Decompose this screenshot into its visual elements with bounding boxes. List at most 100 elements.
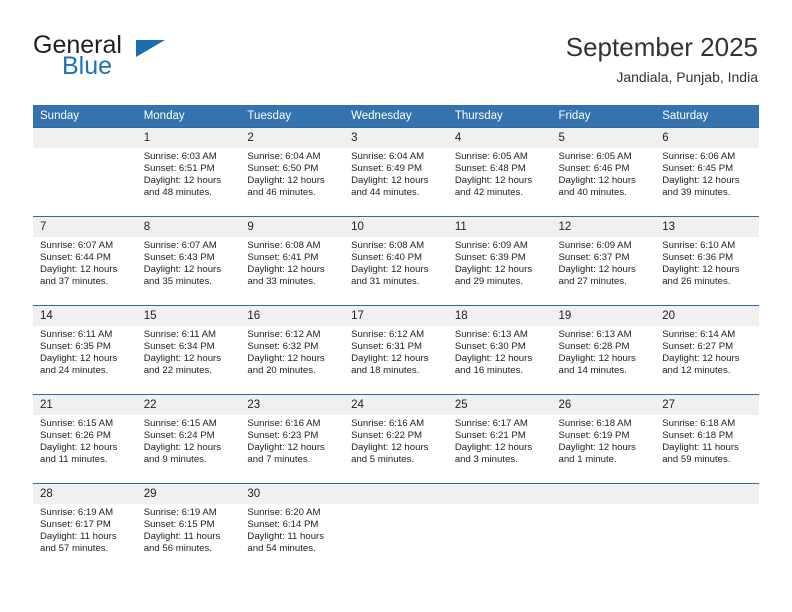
day-sun-details: Sunrise: 6:14 AM Sunset: 6:27 PM Daylight:…: [655, 326, 759, 377]
calendar-day-cell[interactable]: 12 Sunrise: 6:09 AM Sunset: 6:37 PM Dayligh…: [551, 216, 656, 306]
day-number: 19: [551, 306, 656, 326]
calendar-day-cell[interactable]: 28 Sunrise: 6:19 AM Sunset: 6:17 PM Dayligh…: [33, 483, 137, 572]
logo-triangle-icon: [136, 40, 165, 57]
sunrise-time: Sunrise: 6:12 AM: [247, 329, 321, 340]
calendar-day-cell[interactable]: 9 Sunrise: 6:08 AM Sunset: 6:41 PM Daylight…: [240, 216, 345, 306]
calendar-day-cell[interactable]: 27 Sunrise: 6:18 AM Sunset: 6:18 PM Dayligh…: [655, 394, 759, 484]
day-sun-details: Sunrise: 6:12 AM Sunset: 6:32 PM Daylight:…: [240, 326, 344, 377]
day-cell-inner: 6 Sunrise: 6:06 AM Sunset: 6:45 PM Daylight…: [655, 128, 759, 216]
sunset-time: Sunset: 6:27 PM: [662, 341, 734, 353]
sunset-time: Sunset: 6:39 PM: [454, 252, 526, 264]
sunrise-time: Sunrise: 6:08 AM: [351, 240, 425, 251]
calendar-empty-cell: [33, 127, 137, 217]
day-cell-inner: 24 Sunrise: 6:16 AM Sunset: 6:22 PM Dayligh…: [344, 395, 448, 483]
daylight-minutes: and 5 minutes.: [351, 454, 415, 466]
calendar-day-cell[interactable]: 29 Sunrise: 6:19 AM Sunset: 6:15 PM Dayligh…: [136, 483, 241, 572]
sunset-time: Sunset: 6:14 PM: [247, 519, 319, 531]
calendar-day-cell[interactable]: 11 Sunrise: 6:09 AM Sunset: 6:39 PM Dayligh…: [447, 216, 552, 306]
daylight-minutes: and 11 minutes.: [40, 454, 108, 466]
day-sun-details: Sunrise: 6:09 AM Sunset: 6:39 PM Daylight:…: [448, 237, 552, 288]
day-sun-details: Sunrise: 6:06 AM Sunset: 6:45 PM Daylight:…: [655, 148, 759, 199]
day-number: 25: [447, 395, 552, 415]
sunrise-time: Sunrise: 6:09 AM: [558, 240, 632, 251]
daylight-hours: Daylight: 12 hours: [662, 175, 740, 187]
day-cell-inner: 19 Sunrise: 6:13 AM Sunset: 6:28 PM Dayligh…: [551, 306, 656, 394]
calendar-day-cell[interactable]: 15 Sunrise: 6:11 AM Sunset: 6:34 PM Dayligh…: [136, 305, 241, 395]
sunrise-time: Sunrise: 6:16 AM: [351, 418, 425, 429]
sunrise-time: Sunrise: 6:15 AM: [40, 418, 114, 429]
weekday-header-wednesday: Wednesday: [344, 105, 448, 128]
calendar-day-cell[interactable]: 10 Sunrise: 6:08 AM Sunset: 6:40 PM Dayligh…: [344, 216, 448, 306]
day-cell-inner: 14 Sunrise: 6:11 AM Sunset: 6:35 PM Dayligh…: [33, 306, 137, 394]
daylight-minutes: and 31 minutes.: [351, 276, 420, 288]
calendar-day-cell[interactable]: 26 Sunrise: 6:18 AM Sunset: 6:19 PM Dayligh…: [551, 394, 656, 484]
calendar-day-cell[interactable]: 14 Sunrise: 6:11 AM Sunset: 6:35 PM Dayligh…: [33, 305, 137, 395]
calendar-day-cell[interactable]: 18 Sunrise: 6:13 AM Sunset: 6:30 PM Dayligh…: [447, 305, 552, 395]
day-cell-inner: [551, 484, 656, 572]
calendar-day-cell[interactable]: 19 Sunrise: 6:13 AM Sunset: 6:28 PM Dayligh…: [551, 305, 656, 395]
day-number: 28: [33, 484, 137, 504]
daylight-hours: Daylight: 12 hours: [558, 175, 636, 187]
calendar-day-cell[interactable]: 4 Sunrise: 6:05 AM Sunset: 6:48 PM Daylight…: [447, 127, 552, 217]
day-cell-inner: 26 Sunrise: 6:18 AM Sunset: 6:19 PM Dayligh…: [551, 395, 656, 483]
calendar-day-cell[interactable]: 3 Sunrise: 6:04 AM Sunset: 6:49 PM Daylight…: [344, 127, 448, 217]
day-cell-inner: 8 Sunrise: 6:07 AM Sunset: 6:43 PM Daylight…: [136, 217, 241, 305]
day-number: 6: [655, 128, 759, 148]
sunrise-time: Sunrise: 6:11 AM: [40, 329, 113, 340]
daylight-minutes: and 24 minutes.: [40, 365, 109, 377]
calendar-day-cell[interactable]: 22 Sunrise: 6:15 AM Sunset: 6:24 PM Dayligh…: [136, 394, 241, 484]
calendar-day-cell[interactable]: 8 Sunrise: 6:07 AM Sunset: 6:43 PM Daylight…: [136, 216, 241, 306]
calendar-day-cell[interactable]: 13 Sunrise: 6:10 AM Sunset: 6:36 PM Dayligh…: [655, 216, 759, 306]
day-number: 18: [447, 306, 552, 326]
calendar-day-cell[interactable]: 16 Sunrise: 6:12 AM Sunset: 6:32 PM Dayligh…: [240, 305, 345, 395]
day-cell-inner: 2 Sunrise: 6:04 AM Sunset: 6:50 PM Daylight…: [240, 128, 345, 216]
calendar-day-cell[interactable]: 21 Sunrise: 6:15 AM Sunset: 6:26 PM Dayligh…: [33, 394, 137, 484]
calendar-day-cell[interactable]: 5 Sunrise: 6:05 AM Sunset: 6:46 PM Daylight…: [551, 127, 656, 217]
daylight-hours: Daylight: 12 hours: [351, 264, 429, 276]
calendar-day-cell[interactable]: 17 Sunrise: 6:12 AM Sunset: 6:31 PM Dayligh…: [344, 305, 448, 395]
sunrise-time: Sunrise: 6:16 AM: [247, 418, 321, 429]
calendar-day-cell[interactable]: 23 Sunrise: 6:16 AM Sunset: 6:23 PM Dayligh…: [240, 394, 345, 484]
day-number: 23: [240, 395, 345, 415]
calendar-day-cell[interactable]: 24 Sunrise: 6:16 AM Sunset: 6:22 PM Dayligh…: [344, 394, 448, 484]
daylight-hours: Daylight: 12 hours: [454, 264, 533, 276]
calendar-day-cell[interactable]: 2 Sunrise: 6:04 AM Sunset: 6:50 PM Daylight…: [240, 127, 345, 217]
day-sun-details: Sunrise: 6:15 AM Sunset: 6:24 PM Daylight:…: [137, 415, 241, 466]
weekday-header-monday: Monday: [136, 105, 241, 128]
day-sun-details: Sunrise: 6:18 AM Sunset: 6:19 PM Daylight:…: [552, 415, 656, 466]
sunrise-time: Sunrise: 6:05 AM: [558, 151, 632, 162]
day-number: 1: [136, 128, 241, 148]
day-cell-inner: 4 Sunrise: 6:05 AM Sunset: 6:48 PM Daylight…: [447, 128, 552, 216]
calendar-day-cell[interactable]: 7 Sunrise: 6:07 AM Sunset: 6:44 PM Daylight…: [33, 216, 137, 306]
day-number: 24: [344, 395, 448, 415]
day-cell-inner: 3 Sunrise: 6:04 AM Sunset: 6:49 PM Daylight…: [344, 128, 448, 216]
day-number: [344, 484, 448, 504]
calendar-day-cell[interactable]: 30 Sunrise: 6:20 AM Sunset: 6:14 PM Dayligh…: [240, 483, 345, 572]
calendar-empty-cell: [447, 483, 552, 572]
daylight-hours: Daylight: 11 hours: [247, 531, 325, 543]
daylight-minutes: and 18 minutes.: [351, 365, 420, 377]
calendar-day-cell[interactable]: 6 Sunrise: 6:06 AM Sunset: 6:45 PM Daylight…: [655, 127, 759, 217]
daylight-minutes: and 14 minutes.: [558, 365, 627, 377]
calendar-day-cell[interactable]: 25 Sunrise: 6:17 AM Sunset: 6:21 PM Dayligh…: [447, 394, 552, 484]
daylight-minutes: and 9 minutes.: [143, 454, 207, 466]
daylight-minutes: and 48 minutes.: [143, 187, 212, 199]
sunset-time: Sunset: 6:28 PM: [558, 341, 630, 353]
calendar-day-cell[interactable]: 1 Sunrise: 6:03 AM Sunset: 6:51 PM Daylight…: [136, 127, 241, 217]
day-sun-details: Sunrise: 6:15 AM Sunset: 6:26 PM Daylight:…: [33, 415, 137, 466]
daylight-hours: Daylight: 12 hours: [351, 175, 429, 187]
daylight-hours: Daylight: 12 hours: [662, 353, 740, 365]
daylight-minutes: and 37 minutes.: [40, 276, 109, 288]
daylight-hours: Daylight: 12 hours: [454, 353, 533, 365]
daylight-minutes: and 42 minutes.: [454, 187, 524, 199]
day-number: 15: [136, 306, 241, 326]
sunset-time: Sunset: 6:36 PM: [662, 252, 734, 264]
logo-text-blue: Blue: [62, 52, 113, 80]
sunrise-time: Sunrise: 6:13 AM: [454, 329, 528, 340]
day-sun-details: Sunrise: 6:20 AM Sunset: 6:14 PM Daylight:…: [240, 504, 344, 555]
day-cell-inner: 25 Sunrise: 6:17 AM Sunset: 6:21 PM Dayligh…: [447, 395, 552, 483]
daylight-minutes: and 27 minutes.: [558, 276, 627, 288]
calendar-day-cell[interactable]: 20 Sunrise: 6:14 AM Sunset: 6:27 PM Dayligh…: [655, 305, 759, 395]
sunset-time: Sunset: 6:32 PM: [247, 341, 319, 353]
sunset-time: Sunset: 6:41 PM: [247, 252, 319, 264]
